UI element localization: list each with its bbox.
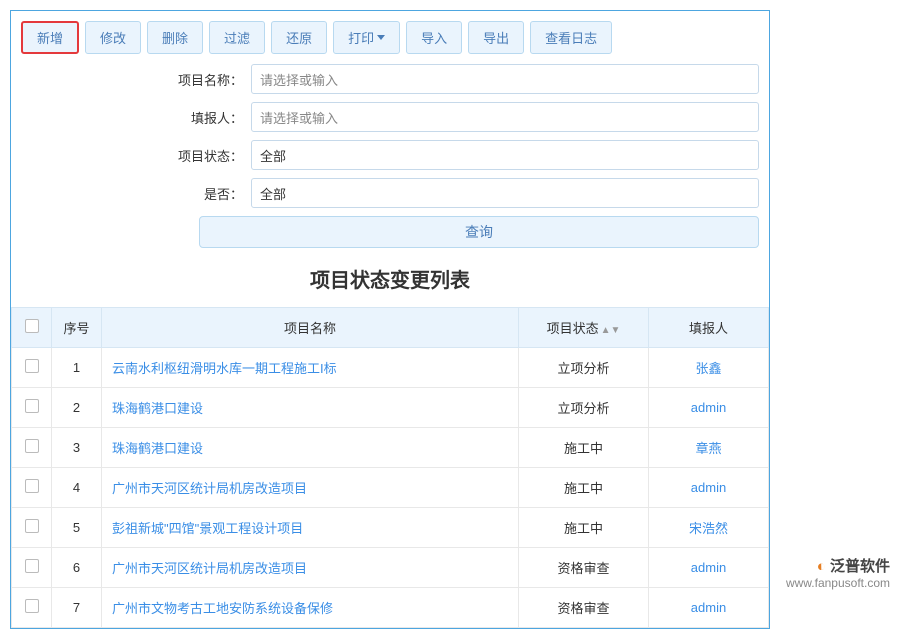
table-row: 2珠海鹤港口建设立项分析admin — [12, 388, 769, 428]
export-button[interactable]: 导出 — [468, 21, 524, 54]
project-name-label: 项目名称： — [21, 70, 251, 89]
toolbar: 新增 修改 删除 过滤 还原 打印 导入 导出 查看日志 — [11, 21, 769, 64]
cell-status: 施工中 — [519, 428, 649, 468]
cell-status: 施工中 — [519, 468, 649, 508]
yesno-select[interactable]: 全部 — [251, 178, 759, 208]
yesno-label: 是否： — [21, 184, 251, 203]
filter-button[interactable]: 过滤 — [209, 21, 265, 54]
row-checkbox[interactable] — [25, 519, 39, 533]
status-select[interactable]: 全部 — [251, 140, 759, 170]
cell-name[interactable]: 珠海鹤港口建设 — [102, 388, 519, 428]
main-panel: 新增 修改 删除 过滤 还原 打印 导入 导出 查看日志 项目名称： 请选择或输… — [10, 10, 770, 629]
table-row: 3珠海鹤港口建设施工中章燕 — [12, 428, 769, 468]
viewlog-button[interactable]: 查看日志 — [530, 21, 612, 54]
col-reporter[interactable]: 填报人 — [649, 308, 769, 348]
cell-seq: 4 — [52, 468, 102, 508]
cell-reporter[interactable]: admin — [649, 588, 769, 628]
cell-name[interactable]: 广州市天河区统计局机房改造项目 — [102, 548, 519, 588]
col-name[interactable]: 项目名称 — [102, 308, 519, 348]
filter-form: 项目名称： 请选择或输入 填报人： 请选择或输入 项目状态： 全部 是否： 全部 — [11, 64, 769, 208]
cell-seq: 2 — [52, 388, 102, 428]
cell-name[interactable]: 彭祖新城"四馆"景观工程设计项目 — [102, 508, 519, 548]
cell-status: 立项分析 — [519, 388, 649, 428]
watermark: ◐ 泛普软件 www.fanpusoft.com — [786, 555, 890, 590]
cell-reporter[interactable]: admin — [649, 468, 769, 508]
cell-seq: 6 — [52, 548, 102, 588]
sort-icon: ▲▼ — [601, 328, 621, 334]
query-button[interactable]: 查询 — [199, 216, 759, 248]
cell-name[interactable]: 广州市天河区统计局机房改造项目 — [102, 468, 519, 508]
col-status[interactable]: 项目状态▲▼ — [519, 308, 649, 348]
cell-reporter[interactable]: admin — [649, 548, 769, 588]
status-label: 项目状态： — [21, 146, 251, 165]
col-seq[interactable]: 序号 — [52, 308, 102, 348]
list-title: 项目状态变更列表 — [11, 248, 769, 307]
add-button[interactable]: 新增 — [21, 21, 79, 54]
cell-name[interactable]: 广州市文物考古工地安防系统设备保修 — [102, 588, 519, 628]
cell-reporter[interactable]: 张鑫 — [649, 348, 769, 388]
reporter-input[interactable]: 请选择或输入 — [251, 102, 759, 132]
cell-reporter[interactable]: 宋浩然 — [649, 508, 769, 548]
table-row: 1云南水利枢纽滑明水库一期工程施工I标立项分析张鑫 — [12, 348, 769, 388]
cell-status: 施工中 — [519, 508, 649, 548]
table-row: 4广州市天河区统计局机房改造项目施工中admin — [12, 468, 769, 508]
table-row: 5彭祖新城"四馆"景观工程设计项目施工中宋浩然 — [12, 508, 769, 548]
cell-name[interactable]: 云南水利枢纽滑明水库一期工程施工I标 — [102, 348, 519, 388]
select-all-checkbox[interactable] — [25, 319, 39, 333]
cell-seq: 1 — [52, 348, 102, 388]
import-button[interactable]: 导入 — [406, 21, 462, 54]
row-checkbox[interactable] — [25, 399, 39, 413]
table-row: 6广州市天河区统计局机房改造项目资格审查admin — [12, 548, 769, 588]
cell-seq: 3 — [52, 428, 102, 468]
cell-status: 资格审查 — [519, 588, 649, 628]
restore-button[interactable]: 还原 — [271, 21, 327, 54]
row-checkbox[interactable] — [25, 599, 39, 613]
cell-status: 资格审查 — [519, 548, 649, 588]
row-checkbox[interactable] — [25, 359, 39, 373]
row-checkbox[interactable] — [25, 559, 39, 573]
caret-down-icon — [377, 35, 385, 40]
cell-name[interactable]: 珠海鹤港口建设 — [102, 428, 519, 468]
cell-seq: 5 — [52, 508, 102, 548]
data-table: 序号 项目名称 项目状态▲▼ 填报人 1云南水利枢纽滑明水库一期工程施工I标立项… — [11, 307, 769, 628]
cell-status: 立项分析 — [519, 348, 649, 388]
edit-button[interactable]: 修改 — [85, 21, 141, 54]
row-checkbox[interactable] — [25, 439, 39, 453]
cell-seq: 7 — [52, 588, 102, 628]
cell-reporter[interactable]: 章燕 — [649, 428, 769, 468]
print-button[interactable]: 打印 — [333, 21, 400, 54]
table-row: 7广州市文物考古工地安防系统设备保修资格审查admin — [12, 588, 769, 628]
cell-reporter[interactable]: admin — [649, 388, 769, 428]
delete-button[interactable]: 删除 — [147, 21, 203, 54]
row-checkbox[interactable] — [25, 479, 39, 493]
project-name-input[interactable]: 请选择或输入 — [251, 64, 759, 94]
reporter-label: 填报人： — [21, 108, 251, 127]
